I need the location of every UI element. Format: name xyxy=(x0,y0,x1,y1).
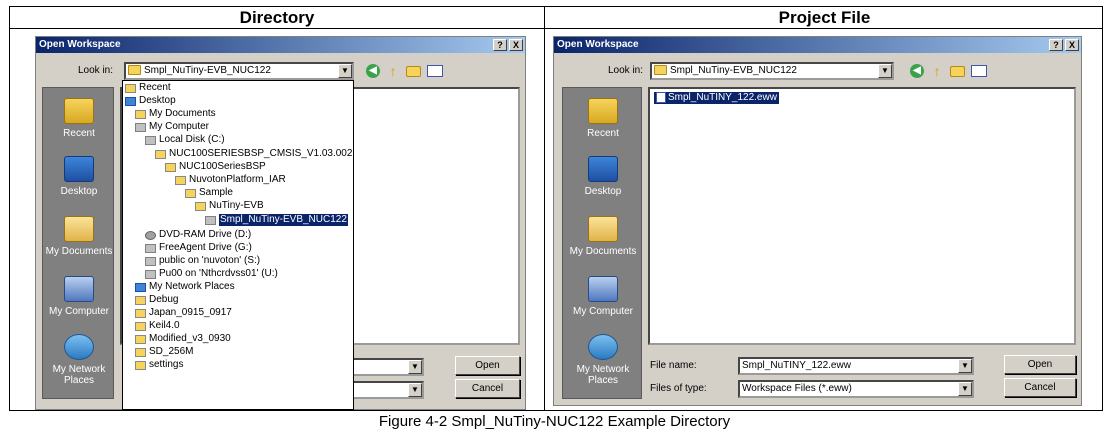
dialog-toolbar: ◀ ↑ xyxy=(366,64,443,78)
project-file-header: Project File xyxy=(778,8,871,27)
dropdown-item[interactable]: My Network Places xyxy=(135,281,235,293)
close-button[interactable]: X xyxy=(1065,39,1079,51)
new-folder-icon[interactable] xyxy=(406,65,421,77)
place-recent[interactable]: Recent xyxy=(563,98,643,139)
back-icon[interactable]: ◀ xyxy=(910,64,924,78)
view-menu-icon[interactable] xyxy=(971,65,987,77)
dropdown-item[interactable]: settings xyxy=(135,359,183,371)
look-in-value: Smpl_NuTiny-EVB_NUC122 xyxy=(670,65,797,76)
look-in-label: Look in: xyxy=(608,65,644,76)
chevron-down-icon[interactable]: ▼ xyxy=(958,382,972,396)
dropdown-item[interactable]: NUC100SeriesBSP xyxy=(165,161,266,173)
my-computer-icon xyxy=(588,276,618,302)
dialog-titlebar: Open Workspace ? X xyxy=(36,37,525,53)
file-name-input[interactable]: Smpl_NuTINY_122.eww ▼ xyxy=(738,357,974,375)
back-icon[interactable]: ◀ xyxy=(366,64,380,78)
chevron-down-icon[interactable]: ▼ xyxy=(958,359,972,373)
dropdown-item[interactable]: Sample xyxy=(185,187,233,199)
look-in-combo[interactable]: Smpl_NuTiny-EVB_NUC122 ▼ xyxy=(124,62,354,80)
file-name-value: Smpl_NuTINY_122.eww xyxy=(742,360,851,371)
dropdown-item[interactable]: Debug xyxy=(135,294,178,306)
dropdown-item[interactable]: FreeAgent Drive (G:) xyxy=(145,242,252,254)
dropdown-item[interactable]: NUC100SERIESBSP_CMSIS_V1.03.002 xyxy=(155,148,352,160)
open-workspace-dialog-right: Open Workspace ? X Look in: Smpl_NuTiny-… xyxy=(553,36,1082,406)
open-button[interactable]: Open xyxy=(455,356,520,375)
close-button[interactable]: X xyxy=(509,39,523,51)
dropdown-item[interactable]: Pu00 on 'Nthcrdvss01' (U:) xyxy=(145,268,278,280)
folder-icon xyxy=(128,65,141,76)
place-desktop[interactable]: Desktop xyxy=(563,156,643,197)
directory-header: Directory xyxy=(239,8,315,27)
cancel-button[interactable]: Cancel xyxy=(1004,378,1076,397)
file-list-area[interactable]: Smpl_NuTINY_122.eww xyxy=(648,87,1076,345)
dropdown-item[interactable]: public on 'nuvoton' (S:) xyxy=(145,255,260,267)
place-desktop[interactable]: Desktop xyxy=(43,156,115,197)
help-button[interactable]: ? xyxy=(493,39,507,51)
dropdown-item-selected[interactable]: Smpl_NuTiny-EVB_NUC122 xyxy=(205,214,348,226)
look-in-value: Smpl_NuTiny-EVB_NUC122 xyxy=(144,65,271,76)
my-documents-icon xyxy=(588,216,618,242)
place-my-network[interactable]: My Network Places xyxy=(43,334,115,386)
dialog-title: Open Workspace xyxy=(557,39,639,50)
dialog-title: Open Workspace xyxy=(39,39,121,50)
my-documents-icon xyxy=(64,216,94,242)
dropdown-item[interactable]: Japan_0915_0917 xyxy=(135,307,232,319)
column-divider xyxy=(544,7,545,410)
dropdown-item[interactable]: My Computer xyxy=(135,121,209,133)
place-my-computer[interactable]: My Computer xyxy=(43,276,115,317)
places-bar: Recent Desktop My Documents My Computer … xyxy=(562,87,642,399)
file-name-label: File name: xyxy=(650,360,697,371)
recent-icon xyxy=(64,98,94,124)
my-computer-icon xyxy=(64,276,94,302)
dropdown-item[interactable]: My Documents xyxy=(135,108,216,120)
dropdown-item[interactable]: Local Disk (C:) xyxy=(145,134,225,146)
dropdown-item[interactable]: Recent xyxy=(125,82,171,94)
file-type-select[interactable]: Workspace Files (*.eww) ▼ xyxy=(738,380,974,398)
file-item-selected[interactable]: Smpl_NuTINY_122.eww xyxy=(654,92,779,105)
place-my-documents[interactable]: My Documents xyxy=(43,216,115,257)
workspace-file-icon xyxy=(656,92,666,103)
chevron-down-icon[interactable]: ▼ xyxy=(408,383,422,397)
cancel-button[interactable]: Cancel xyxy=(455,379,520,398)
place-my-documents[interactable]: My Documents xyxy=(563,216,643,257)
dropdown-item[interactable]: Desktop xyxy=(125,95,176,107)
figure-caption: Figure 4-2 Smpl_NuTiny-NUC122 Example Di… xyxy=(378,413,731,430)
open-button[interactable]: Open xyxy=(1004,355,1076,374)
view-menu-icon[interactable] xyxy=(427,65,443,77)
place-recent[interactable]: Recent xyxy=(43,98,115,139)
place-my-network[interactable]: My Network Places xyxy=(563,334,643,386)
dropdown-item[interactable]: NuTiny-EVB xyxy=(195,200,264,212)
recent-icon xyxy=(588,98,618,124)
look-in-combo[interactable]: Smpl_NuTiny-EVB_NUC122 ▼ xyxy=(650,62,894,80)
help-button[interactable]: ? xyxy=(1049,39,1063,51)
network-places-icon xyxy=(588,334,618,360)
dialog-titlebar: Open Workspace ? X xyxy=(554,37,1081,53)
up-folder-icon[interactable]: ↑ xyxy=(930,64,944,78)
dropdown-item[interactable]: Modified_v3_0930 xyxy=(135,333,231,345)
dropdown-item[interactable]: DVD-RAM Drive (D:) xyxy=(145,229,251,241)
look-in-label: Look in: xyxy=(78,65,114,76)
dropdown-item[interactable]: Keil4.0 xyxy=(135,320,180,332)
chevron-down-icon[interactable]: ▼ xyxy=(338,64,352,78)
folder-icon xyxy=(654,65,667,76)
header-divider xyxy=(10,28,1102,29)
dropdown-item[interactable]: SD_256M xyxy=(135,346,193,358)
dialog-toolbar: ◀ ↑ xyxy=(910,64,987,78)
network-places-icon xyxy=(64,334,94,360)
places-bar: Recent Desktop My Documents My Computer … xyxy=(42,87,114,399)
look-in-dropdown-list[interactable]: Recent Desktop My Documents My Computer … xyxy=(122,80,354,410)
file-type-label: Files of type: xyxy=(650,383,707,394)
up-folder-icon[interactable]: ↑ xyxy=(386,64,400,78)
file-type-value: Workspace Files (*.eww) xyxy=(742,383,852,394)
chevron-down-icon[interactable]: ▼ xyxy=(878,64,892,78)
new-folder-icon[interactable] xyxy=(950,65,965,77)
desktop-icon xyxy=(64,156,94,182)
place-my-computer[interactable]: My Computer xyxy=(563,276,643,317)
desktop-icon xyxy=(588,156,618,182)
chevron-down-icon[interactable]: ▼ xyxy=(408,360,422,374)
dropdown-item[interactable]: NuvotonPlatform_IAR xyxy=(175,174,286,186)
